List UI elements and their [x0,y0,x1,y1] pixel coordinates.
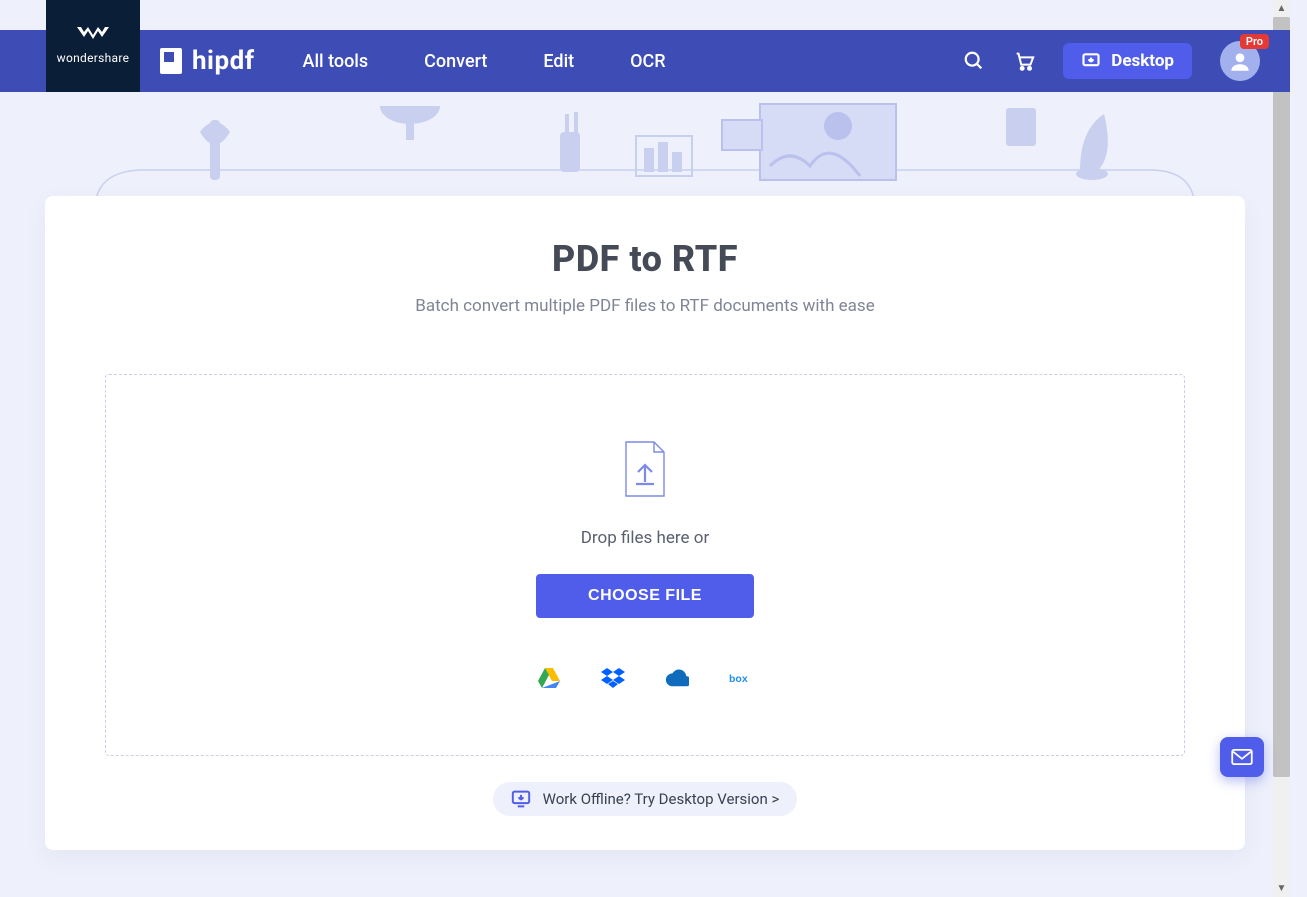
pro-badge: Pro [1240,34,1269,49]
scrollbar-up-arrow[interactable]: ▲ [1273,0,1290,17]
onedrive-icon[interactable] [665,666,689,690]
desktop-button-label: Desktop [1111,51,1174,71]
nav-edit[interactable]: Edit [543,51,574,72]
hipdf-logo[interactable]: hipdf [160,46,255,76]
nav-ocr[interactable]: OCR [630,51,665,72]
choose-file-button[interactable]: CHOOSE FILE [536,574,754,618]
search-icon[interactable] [963,50,985,72]
page-title: PDF to RTF [105,238,1185,280]
file-dropzone[interactable]: Drop files here or CHOOSE FILE box [105,374,1185,756]
cloud-providers: box [537,666,753,690]
work-offline-pill[interactable]: Work Offline? Try Desktop Version > [493,782,798,816]
main-navbar: wondershare hipdf All tools Convert Edit… [0,30,1290,92]
monitor-download-icon [511,790,531,808]
product-name: hipdf [192,46,255,76]
main-card: PDF to RTF Batch convert multiple PDF fi… [45,196,1245,850]
scrollbar-down-arrow[interactable]: ▼ [1273,880,1290,897]
svg-text:box: box [729,673,748,685]
contact-mail-button[interactable] [1220,737,1264,777]
decorative-illustrations [0,92,1290,210]
wondershare-logo-icon [77,27,109,45]
box-icon[interactable]: box [729,666,753,690]
nav-all-tools[interactable]: All tools [303,51,369,72]
dropzone-text: Drop files here or [581,528,709,548]
avatar-icon [1227,48,1253,74]
offline-cta-label: Work Offline? Try Desktop Version > [543,790,780,808]
dropbox-icon[interactable] [601,666,625,690]
desktop-button[interactable]: Desktop [1063,43,1192,79]
cart-icon[interactable] [1013,50,1035,72]
account-avatar[interactable]: Pro [1220,41,1260,81]
nav-convert[interactable]: Convert [424,51,487,72]
hipdf-logo-icon [160,48,182,74]
download-icon [1081,51,1101,71]
mail-icon [1231,749,1253,765]
nav-menu: All tools Convert Edit OCR [303,51,666,72]
brand-company-label: wondershare [57,51,130,65]
google-drive-icon[interactable] [537,666,561,690]
wondershare-brand[interactable]: wondershare [46,0,140,92]
upload-icon [620,440,670,502]
page-subtitle: Batch convert multiple PDF files to RTF … [105,296,1185,316]
